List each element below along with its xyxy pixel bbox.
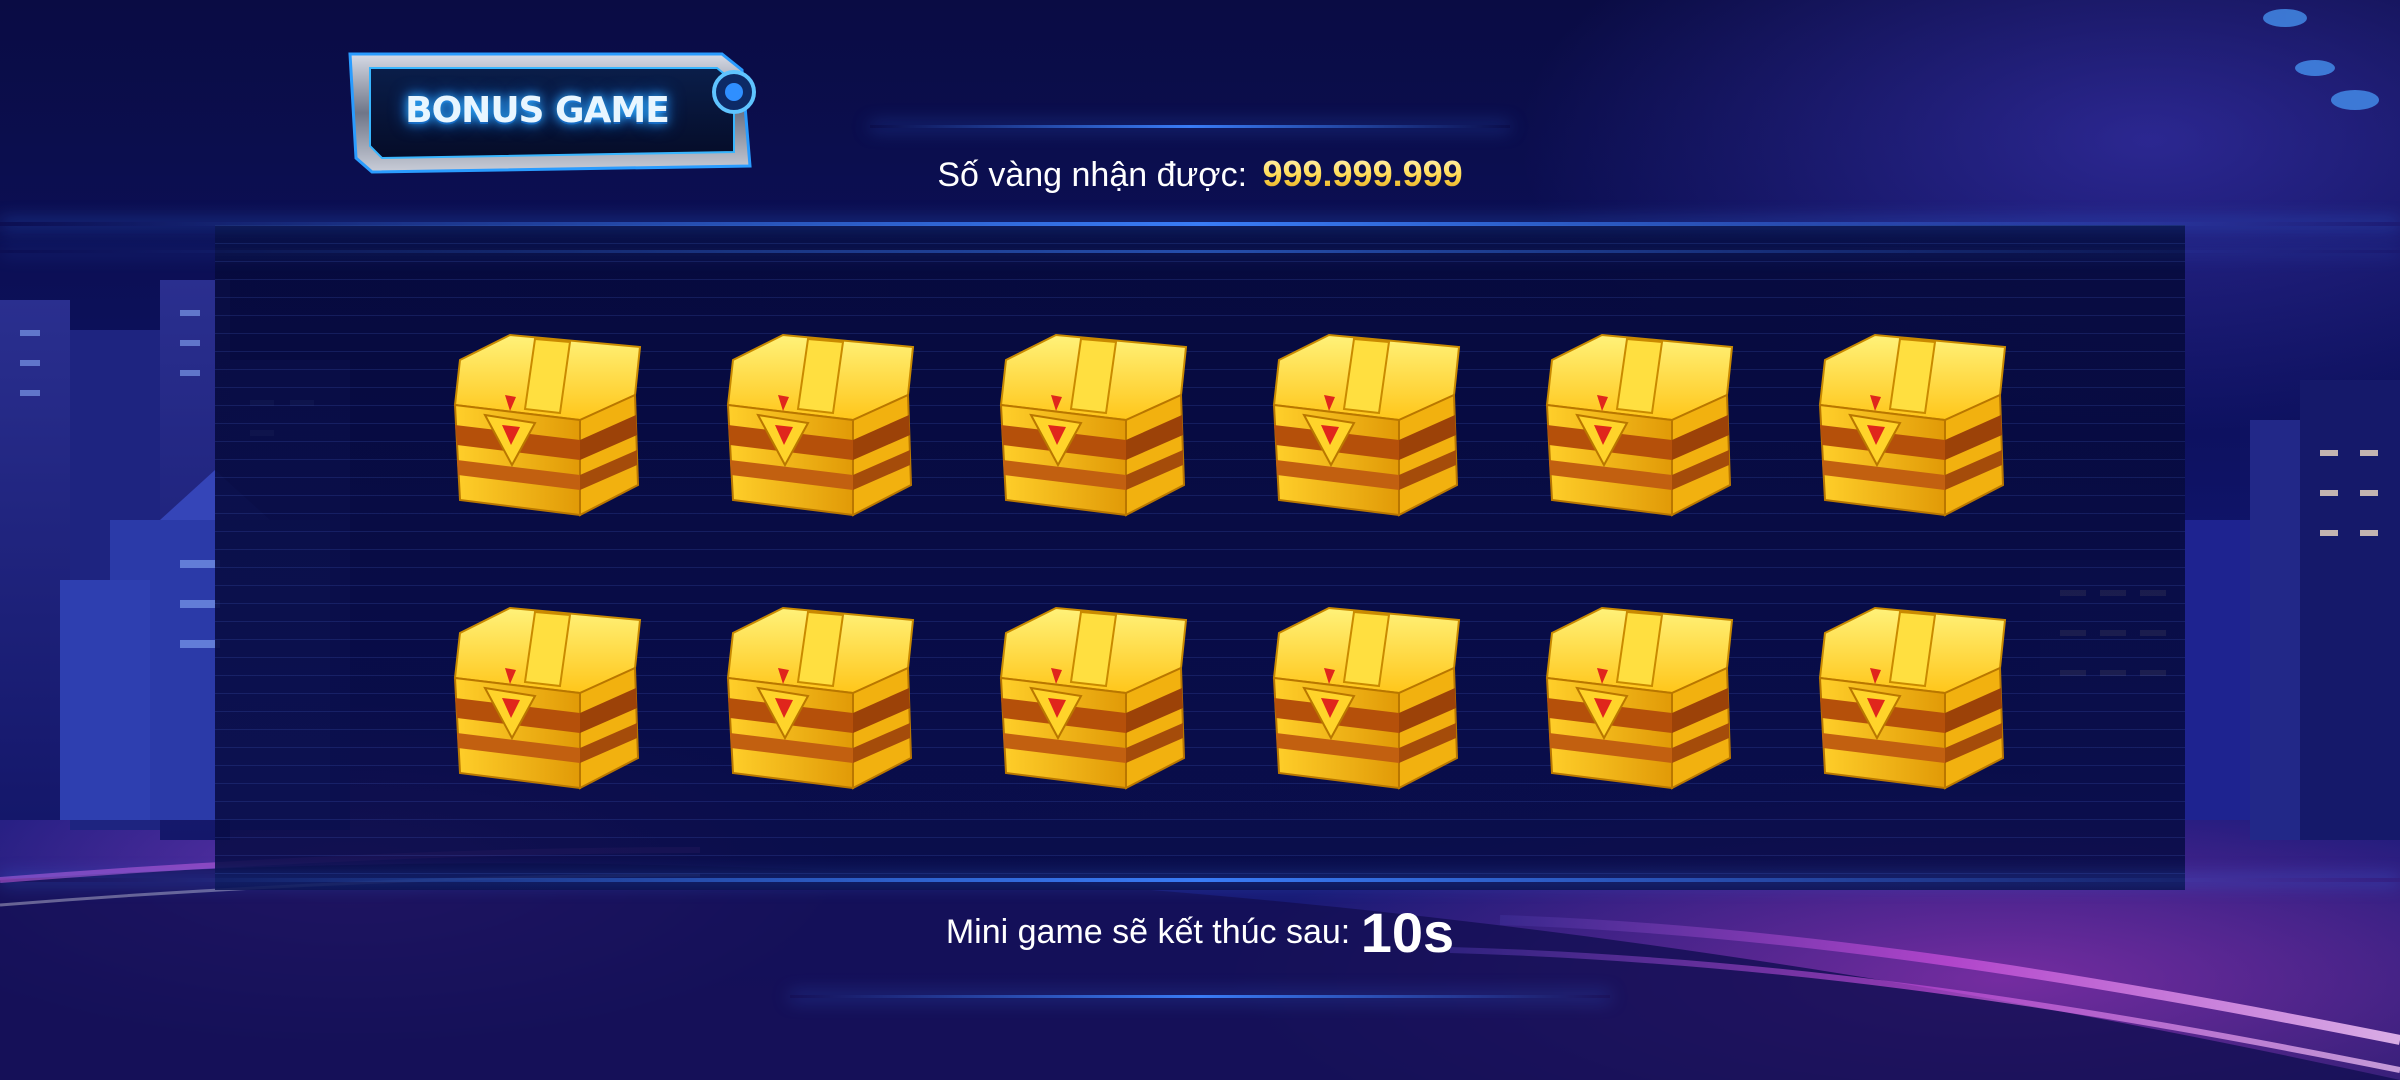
reward-value: 999.999.999 — [1262, 153, 1463, 194]
badge-title: BONUS GAME — [405, 90, 670, 131]
panel-top-border — [0, 222, 2400, 226]
treasure-chest-icon — [1272, 333, 1461, 517]
panel-bottom-border — [0, 878, 2400, 882]
reward-row: Số vàng nhận được: 999.999.999 — [0, 153, 2400, 195]
treasure-chest-icon — [1545, 333, 1734, 517]
treasure-chest-icon — [726, 606, 915, 790]
countdown-label: Mini game sẽ kết thúc sau: — [945, 913, 1351, 951]
treasure-chest-11[interactable] — [1532, 598, 1742, 798]
treasure-chest-2[interactable] — [713, 325, 923, 525]
treasure-chest-icon — [1272, 606, 1461, 790]
treasure-chest-3[interactable] — [986, 325, 1196, 525]
treasure-chest-9[interactable] — [986, 598, 1196, 798]
panel-top-border-inner — [0, 250, 2400, 253]
bottom-glow-line — [790, 995, 1610, 998]
treasure-chest-4[interactable] — [1259, 325, 1469, 525]
treasure-chest-5[interactable] — [1532, 325, 1742, 525]
treasure-chest-icon — [999, 333, 1188, 517]
treasure-chest-12[interactable] — [1805, 598, 2015, 798]
countdown-row: Mini game sẽ kết thúc sau: 10s — [0, 900, 2400, 965]
reward-label: Số vàng nhận được: — [937, 156, 1248, 194]
countdown-value: 10s — [1360, 901, 1455, 964]
bonus-game-scene: BONUS GAME Số vàng nhận được: 999.999.99… — [0, 0, 2400, 1080]
treasure-chest-icon — [999, 606, 1188, 790]
treasure-chest-icon — [1818, 333, 2007, 517]
treasure-chest-icon — [1818, 606, 2007, 790]
treasure-chest-icon — [453, 606, 642, 790]
top-glow-line — [870, 125, 1510, 128]
treasure-chest-1[interactable] — [440, 325, 650, 525]
treasure-chest-6[interactable] — [1805, 325, 2015, 525]
treasure-chest-icon — [453, 333, 642, 517]
treasure-chest-icon — [1545, 606, 1734, 790]
treasure-chest-10[interactable] — [1259, 598, 1469, 798]
treasure-chest-7[interactable] — [440, 598, 650, 798]
treasure-chest-8[interactable] — [713, 598, 923, 798]
treasure-chest-icon — [726, 333, 915, 517]
